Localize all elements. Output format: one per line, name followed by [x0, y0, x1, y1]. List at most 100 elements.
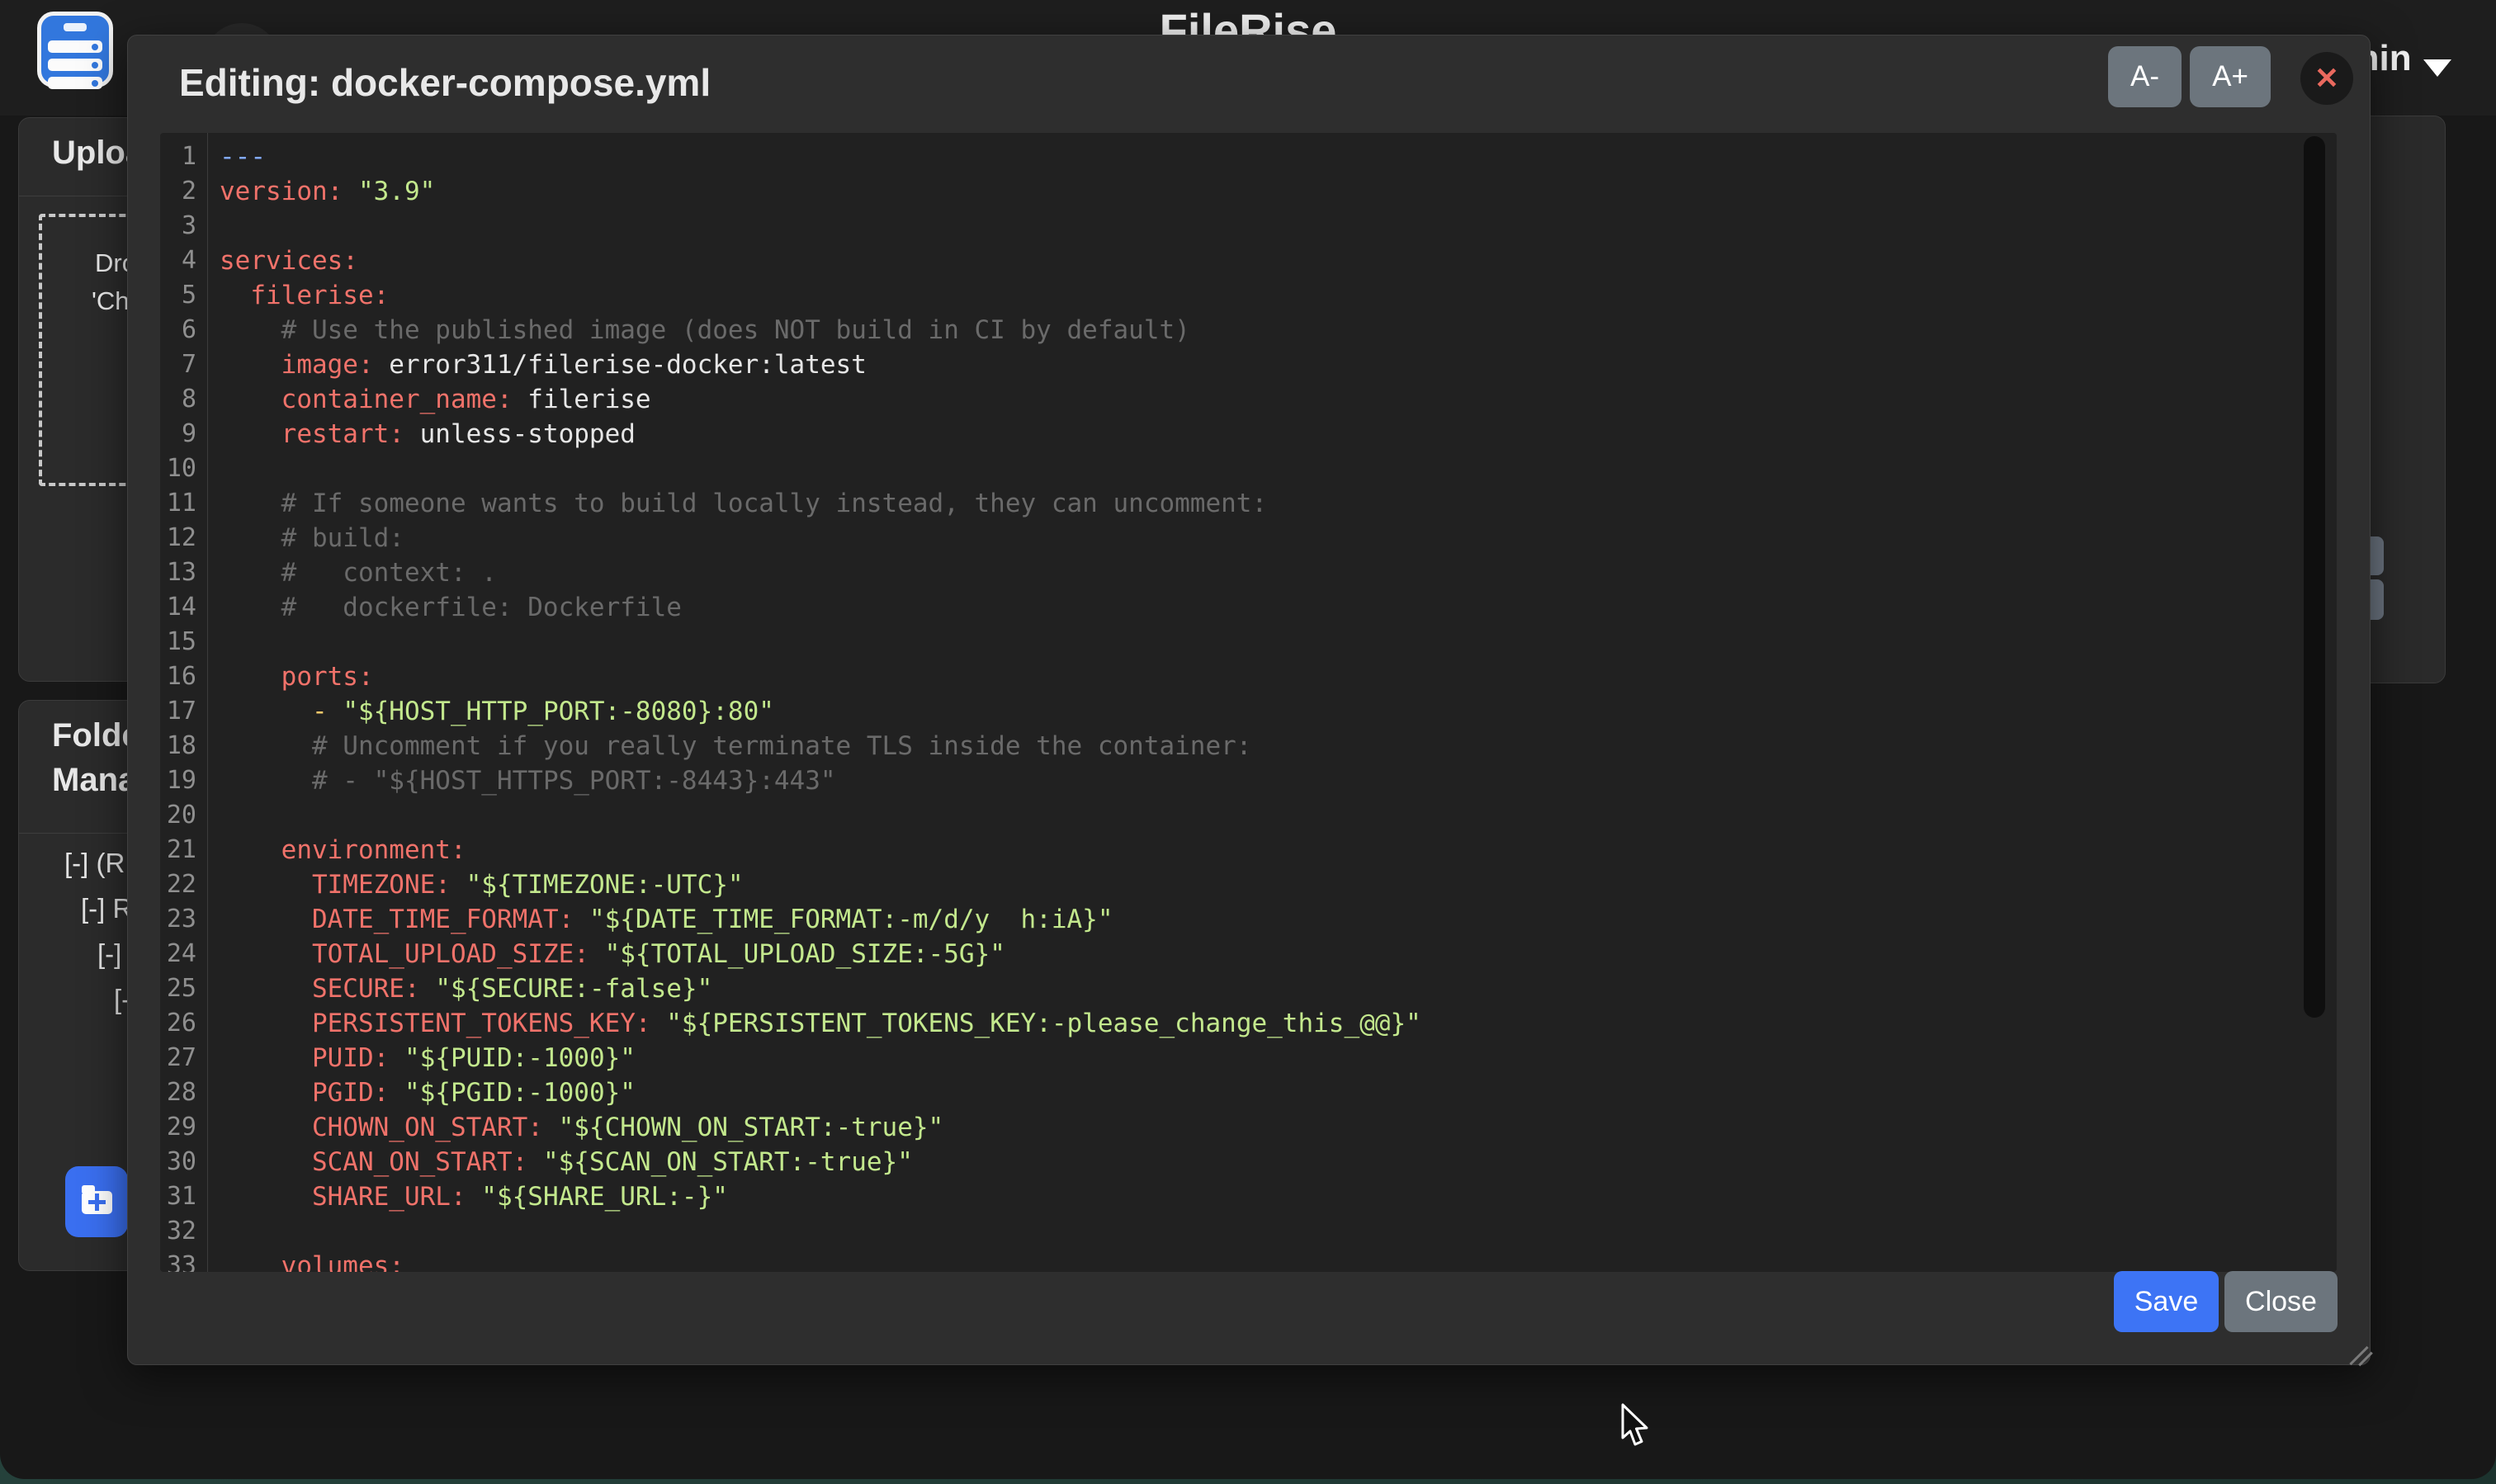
create-folder-button[interactable] — [65, 1166, 128, 1237]
code-text: # build: — [207, 521, 404, 555]
line-number: 17 — [160, 694, 207, 729]
code-text: # If someone wants to build locally inst… — [207, 486, 1267, 521]
code-text: PERSISTENT_TOKENS_KEY: "${PERSISTENT_TOK… — [207, 1006, 1421, 1041]
code-line[interactable]: 22 TIMEZONE: "${TIMEZONE:-UTC}" — [160, 867, 2337, 902]
code-line[interactable]: 21 environment: — [160, 833, 2337, 867]
resize-handle[interactable] — [2345, 1336, 2378, 1369]
code-line[interactable]: 16 ports: — [160, 659, 2337, 694]
code-line[interactable]: 31 SHARE_URL: "${SHARE_URL:-}" — [160, 1179, 2337, 1214]
line-number: 11 — [160, 486, 207, 521]
code-text: TOTAL_UPLOAD_SIZE: "${TOTAL_UPLOAD_SIZE:… — [207, 937, 1005, 971]
line-number: 25 — [160, 971, 207, 1006]
code-line[interactable]: 11 # If someone wants to build locally i… — [160, 486, 2337, 521]
code-text: container_name: filerise — [207, 382, 651, 417]
code-text: image: error311/filerise-docker:latest — [207, 347, 867, 382]
code-line[interactable]: 28 PGID: "${PGID:-1000}" — [160, 1075, 2337, 1110]
line-number: 20 — [160, 798, 207, 833]
code-line[interactable]: 32 — [160, 1214, 2337, 1249]
code-line[interactable]: 2version: "3.9" — [160, 174, 2337, 209]
code-line[interactable]: 3 — [160, 209, 2337, 243]
code-lines: 1---2version: "3.9"34services:5 filerise… — [160, 139, 2337, 1272]
close-icon[interactable]: ✕ — [2300, 52, 2353, 105]
line-number: 18 — [160, 729, 207, 763]
code-line[interactable]: 12 # build: — [160, 521, 2337, 555]
line-number: 26 — [160, 1006, 207, 1041]
code-line[interactable]: 8 container_name: filerise — [160, 382, 2337, 417]
code-line[interactable]: 15 — [160, 625, 2337, 659]
line-number: 9 — [160, 417, 207, 451]
line-number: 24 — [160, 937, 207, 971]
chevron-down-icon[interactable] — [2423, 59, 2451, 77]
line-number: 29 — [160, 1110, 207, 1145]
code-line[interactable]: 14 # dockerfile: Dockerfile — [160, 590, 2337, 625]
line-number: 16 — [160, 659, 207, 694]
code-line[interactable]: 17 - "${HOST_HTTP_PORT:-8080}:80" — [160, 694, 2337, 729]
line-number: 33 — [160, 1249, 207, 1272]
editor-modal-title: Editing: docker-compose.yml — [179, 60, 711, 105]
code-text: # Uncomment if you really terminate TLS … — [207, 729, 1251, 763]
code-text: SCAN_ON_START: "${SCAN_ON_START:-true}" — [207, 1145, 913, 1179]
code-line[interactable]: 5 filerise: — [160, 278, 2337, 313]
code-text: TIMEZONE: "${TIMEZONE:-UTC}" — [207, 867, 744, 902]
line-number: 23 — [160, 902, 207, 937]
code-text: volumes: — [207, 1249, 404, 1272]
code-text — [207, 451, 220, 486]
line-number: 2 — [160, 174, 207, 209]
code-line[interactable]: 6 # Use the published image (does NOT bu… — [160, 313, 2337, 347]
code-line[interactable]: 1--- — [160, 139, 2337, 174]
line-number: 10 — [160, 451, 207, 486]
line-number: 21 — [160, 833, 207, 867]
code-line[interactable]: 20 — [160, 798, 2337, 833]
code-line[interactable]: 10 — [160, 451, 2337, 486]
code-line[interactable]: 18 # Uncomment if you really terminate T… — [160, 729, 2337, 763]
line-number: 28 — [160, 1075, 207, 1110]
mouse-cursor — [1616, 1401, 1656, 1451]
code-text: - "${HOST_HTTP_PORT:-8080}:80" — [207, 694, 774, 729]
line-number: 22 — [160, 867, 207, 902]
font-increase-button[interactable]: A+ — [2190, 46, 2271, 107]
code-line[interactable]: 30 SCAN_ON_START: "${SCAN_ON_START:-true… — [160, 1145, 2337, 1179]
code-line[interactable]: 7 image: error311/filerise-docker:latest — [160, 347, 2337, 382]
save-button[interactable]: Save — [2114, 1271, 2219, 1332]
code-line[interactable]: 33 volumes: — [160, 1249, 2337, 1272]
code-text: PGID: "${PGID:-1000}" — [207, 1075, 636, 1110]
line-number: 30 — [160, 1145, 207, 1179]
code-line[interactable]: 26 PERSISTENT_TOKENS_KEY: "${PERSISTENT_… — [160, 1006, 2337, 1041]
line-number: 12 — [160, 521, 207, 555]
code-line[interactable]: 29 CHOWN_ON_START: "${CHOWN_ON_START:-tr… — [160, 1110, 2337, 1145]
code-text: # dockerfile: Dockerfile — [207, 590, 682, 625]
line-number: 13 — [160, 555, 207, 590]
line-number: 5 — [160, 278, 207, 313]
code-line[interactable]: 9 restart: unless-stopped — [160, 417, 2337, 451]
line-number: 6 — [160, 313, 207, 347]
code-line[interactable]: 24 TOTAL_UPLOAD_SIZE: "${TOTAL_UPLOAD_SI… — [160, 937, 2337, 971]
line-number: 8 — [160, 382, 207, 417]
line-number: 3 — [160, 209, 207, 243]
line-number: 27 — [160, 1041, 207, 1075]
code-text — [207, 209, 220, 243]
code-line[interactable]: 13 # context: . — [160, 555, 2337, 590]
code-line[interactable]: 27 PUID: "${PUID:-1000}" — [160, 1041, 2337, 1075]
line-number: 4 — [160, 243, 207, 278]
code-line[interactable]: 19 # - "${HOST_HTTPS_PORT:-8443}:443" — [160, 763, 2337, 798]
editor-modal: Editing: docker-compose.yml A- A+ ✕ 1---… — [127, 35, 2371, 1365]
code-text: restart: unless-stopped — [207, 417, 636, 451]
code-text — [207, 798, 220, 833]
code-text: --- — [207, 139, 266, 174]
line-number: 1 — [160, 139, 207, 174]
code-text: SHARE_URL: "${SHARE_URL:-}" — [207, 1179, 728, 1214]
font-decrease-button[interactable]: A- — [2108, 46, 2182, 107]
folder-card-title-line2: Mana — [52, 762, 136, 799]
code-line[interactable]: 25 SECURE: "${SECURE:-false}" — [160, 971, 2337, 1006]
code-line[interactable]: 23 DATE_TIME_FORMAT: "${DATE_TIME_FORMAT… — [160, 902, 2337, 937]
code-line[interactable]: 4services: — [160, 243, 2337, 278]
editor-scrollbar[interactable] — [2304, 136, 2325, 1018]
close-button[interactable]: Close — [2224, 1271, 2338, 1332]
filerise-logo-icon — [37, 12, 113, 87]
code-text: services: — [207, 243, 358, 278]
code-text — [207, 1214, 220, 1249]
code-editor[interactable]: 1---2version: "3.9"34services:5 filerise… — [160, 133, 2337, 1272]
code-text: CHOWN_ON_START: "${CHOWN_ON_START:-true}… — [207, 1110, 943, 1145]
code-text: filerise: — [207, 278, 389, 313]
code-text: SECURE: "${SECURE:-false}" — [207, 971, 712, 1006]
